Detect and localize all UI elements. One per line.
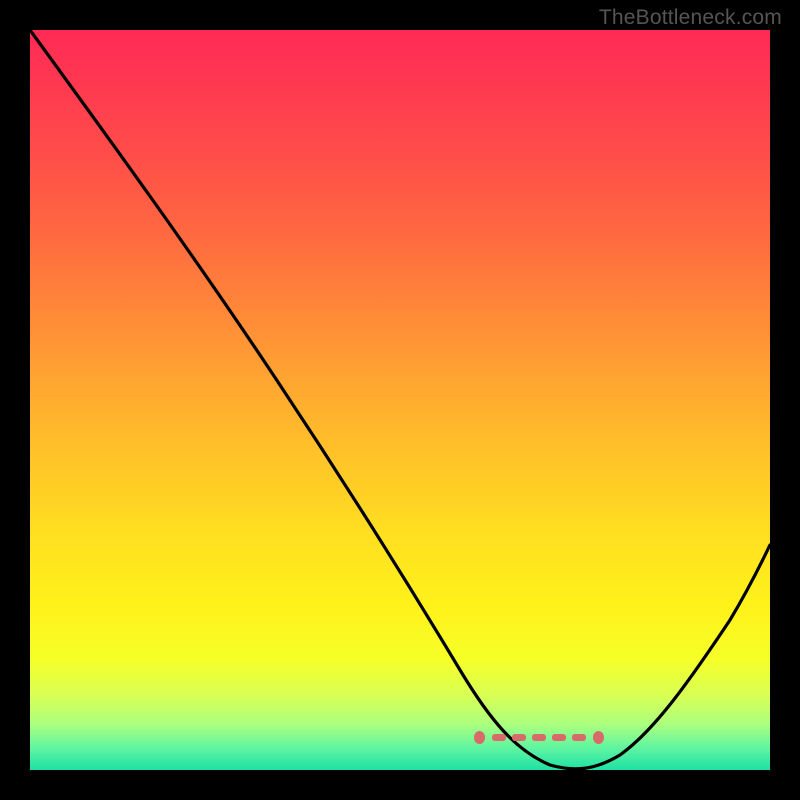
marker-end-left — [474, 731, 485, 744]
optimal-marker-band — [474, 730, 604, 744]
marker-dash — [512, 734, 526, 741]
marker-dash — [572, 734, 586, 741]
marker-dash — [532, 734, 546, 741]
marker-end-right — [593, 731, 604, 744]
marker-dash — [552, 734, 566, 741]
bottleneck-curve — [30, 30, 770, 769]
watermark-text: TheBottleneck.com — [599, 6, 782, 30]
curve-svg — [30, 30, 770, 770]
marker-dashes — [492, 734, 586, 741]
marker-dash — [492, 734, 506, 741]
plot-area — [30, 30, 770, 770]
